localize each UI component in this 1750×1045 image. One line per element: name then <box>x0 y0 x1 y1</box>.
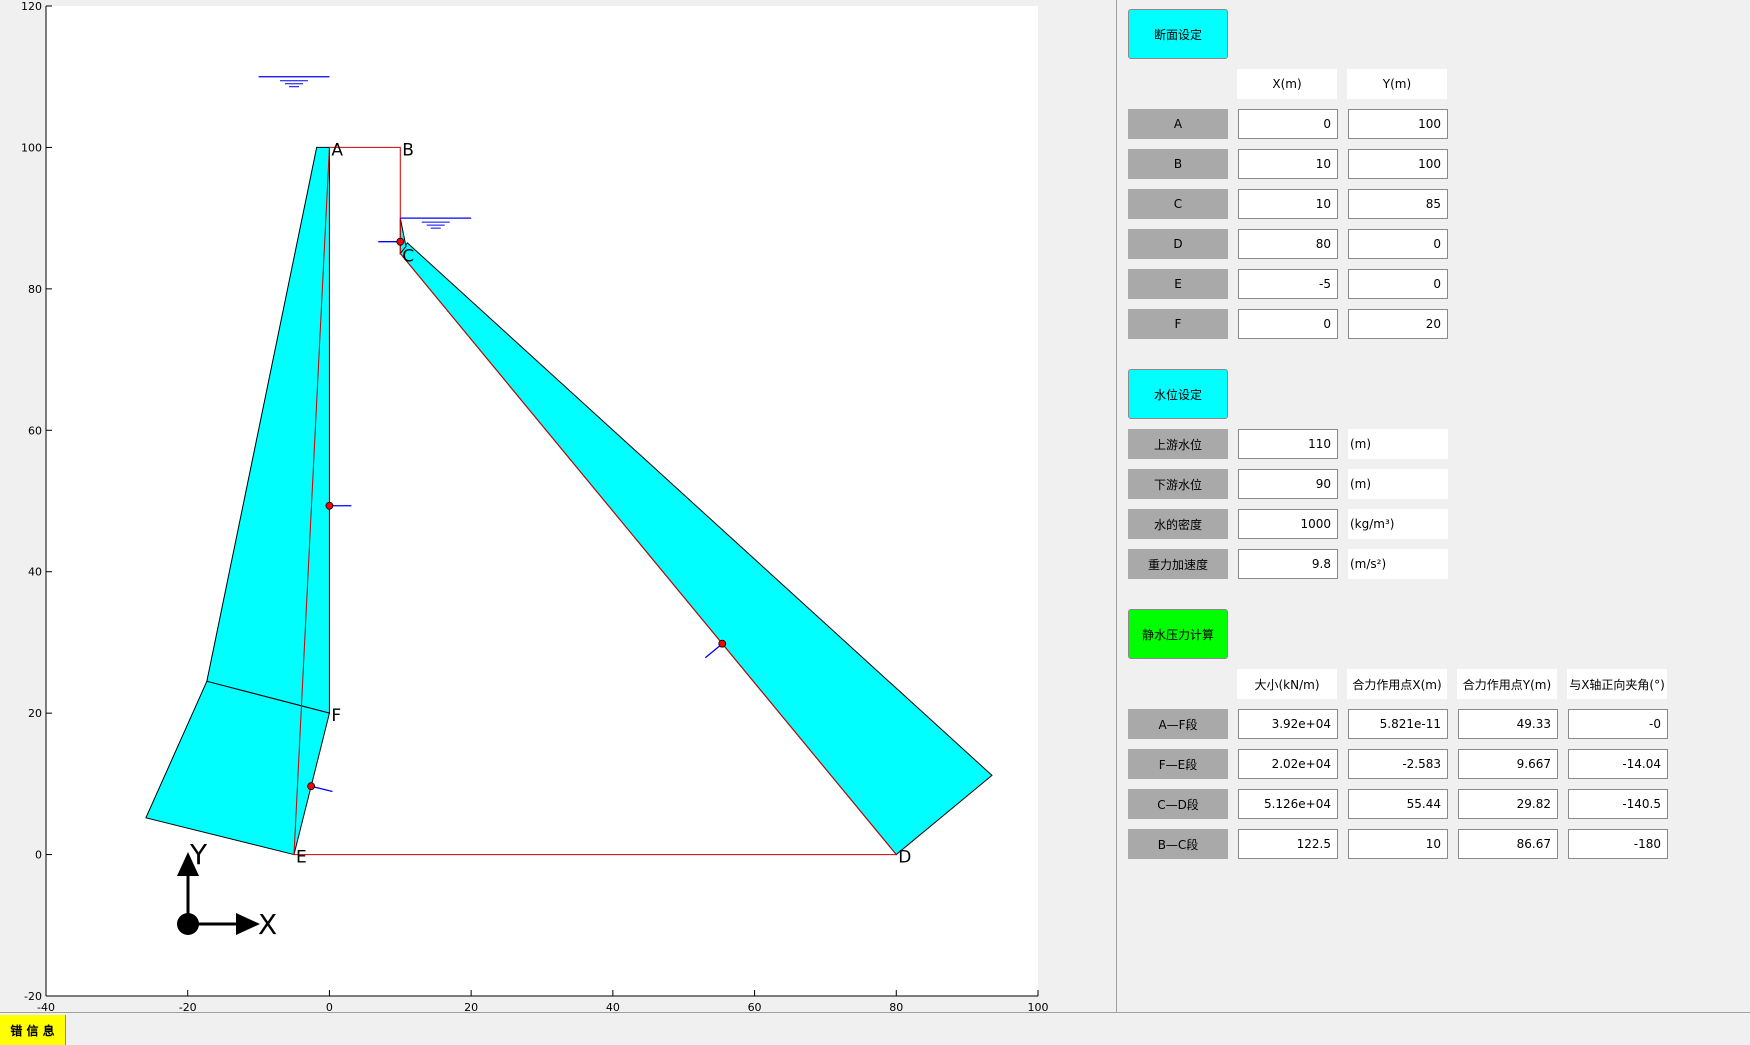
x-tick-label: 80 <box>889 1001 903 1012</box>
point-f-x-input[interactable] <box>1238 309 1338 339</box>
resultant-point-C—D <box>718 639 727 648</box>
segment-fe-magnitude-field[interactable] <box>1238 749 1338 779</box>
point-label-c: C <box>1128 189 1228 219</box>
point-d-y-input[interactable] <box>1348 229 1448 259</box>
point-c-x-input[interactable] <box>1238 189 1338 219</box>
segment-af-magnitude-field[interactable] <box>1238 709 1338 739</box>
resultant-x-header: 合力作用点X(m) <box>1347 669 1447 699</box>
status-bar <box>0 1012 1750 1045</box>
downstream-level-unit: (m) <box>1348 469 1448 499</box>
segment-bc-angle-field[interactable] <box>1568 829 1668 859</box>
plot-panel: -40 -20 0 20 40 60 80 100 -20 0 20 40 60 80 100 120 A B C D… <box>0 0 1115 1012</box>
y-tick-label: 0 <box>35 849 42 862</box>
segment-bc-resultant-x-field[interactable] <box>1348 829 1448 859</box>
section-plot: -40 -20 0 20 40 60 80 100-20020406080100120A BCD… <box>21 0 1049 1012</box>
y-tick-label: 60 <box>28 424 42 437</box>
point-e-x-input[interactable] <box>1238 269 1338 299</box>
y-tick-label: 20 <box>28 707 42 720</box>
x-tick-label: 20 <box>464 1001 478 1012</box>
upstream-level-input[interactable] <box>1238 429 1338 459</box>
point-label-F: F <box>331 706 341 726</box>
segment-fe-resultant-y-field[interactable] <box>1458 749 1558 779</box>
y-tick-label: 80 <box>28 283 42 296</box>
point-label-d: D <box>1128 229 1228 259</box>
point-c-y-input[interactable] <box>1348 189 1448 219</box>
point-f-y-input[interactable] <box>1348 309 1448 339</box>
resultant-point-B—C <box>396 237 405 246</box>
x-tick-label: 100 <box>1028 1001 1049 1012</box>
segment-label-cd: C—D段 <box>1128 789 1228 819</box>
x-tick-label: 40 <box>606 1001 620 1012</box>
segment-cd-magnitude-field[interactable] <box>1238 789 1338 819</box>
resultant-point-A—F <box>325 501 334 510</box>
segment-label-af: A—F段 <box>1128 709 1228 739</box>
control-panel: 断面设定 X(m) Y(m) 水位设定 静水压力计算 ABCDEF 上游水位 (m)… <box>1117 0 1750 1012</box>
segment-fe-resultant-x-field[interactable] <box>1348 749 1448 779</box>
downstream-level-label: 下游水位 <box>1128 469 1228 499</box>
x-tick-label: 0 <box>326 1001 333 1012</box>
point-label-e: E <box>1128 269 1228 299</box>
axis-icon-y-label: Y <box>189 838 208 871</box>
segment-af-resultant-x-field[interactable] <box>1348 709 1448 739</box>
water-density-input[interactable] <box>1238 509 1338 539</box>
water-density-label: 水的密度 <box>1128 509 1228 539</box>
segment-af-resultant-y-field[interactable] <box>1458 709 1558 739</box>
gravity-label: 重力加速度 <box>1128 549 1228 579</box>
y-tick-label: 100 <box>21 141 42 154</box>
resultant-y-header: 合力作用点Y(m) <box>1457 669 1557 699</box>
downstream-level-input[interactable] <box>1238 469 1338 499</box>
point-a-y-input[interactable] <box>1348 109 1448 139</box>
section-settings-button[interactable]: 断面设定 <box>1128 9 1228 59</box>
point-label-C: C <box>402 247 414 267</box>
point-b-x-input[interactable] <box>1238 149 1338 179</box>
segment-cd-resultant-x-field[interactable] <box>1348 789 1448 819</box>
gravity-input[interactable] <box>1238 549 1338 579</box>
segment-af-angle-field[interactable] <box>1568 709 1668 739</box>
calculate-pressure-button[interactable]: 静水压力计算 <box>1128 609 1228 659</box>
segment-bc-magnitude-field[interactable] <box>1238 829 1338 859</box>
point-label-f: F <box>1128 309 1228 339</box>
upstream-level-label: 上游水位 <box>1128 429 1228 459</box>
water-density-unit: (kg/m³) <box>1348 509 1448 539</box>
y-tick-label: 120 <box>21 0 42 13</box>
point-d-x-input[interactable] <box>1238 229 1338 259</box>
point-e-y-input[interactable] <box>1348 269 1448 299</box>
point-label-a: A <box>1128 109 1228 139</box>
segment-cd-resultant-y-field[interactable] <box>1458 789 1558 819</box>
water-settings-button[interactable]: 水位设定 <box>1128 369 1228 419</box>
point-label-B: B <box>402 140 414 160</box>
x-tick-label: -20 <box>179 1001 197 1012</box>
x-column-header: X(m) <box>1237 69 1337 99</box>
upstream-level-unit: (m) <box>1348 429 1448 459</box>
segment-label-fe: F—E段 <box>1128 749 1228 779</box>
point-a-x-input[interactable] <box>1238 109 1338 139</box>
magnitude-header: 大小(kN/m) <box>1237 669 1337 699</box>
error-info-tab[interactable]: 错 信 息 <box>0 1015 66 1045</box>
point-b-y-input[interactable] <box>1348 149 1448 179</box>
angle-header: 与X轴正向夹角(°) <box>1567 669 1667 699</box>
resultant-point-F—E <box>307 782 316 791</box>
axis-icon-x-label: X <box>258 908 277 941</box>
y-tick-label: 40 <box>28 566 42 579</box>
segment-label-bc: B—C段 <box>1128 829 1228 859</box>
y-tick-label: -20 <box>24 990 42 1003</box>
x-tick-label: 60 <box>748 1001 762 1012</box>
segment-bc-resultant-y-field[interactable] <box>1458 829 1558 859</box>
point-label-E: E <box>296 848 307 868</box>
segment-fe-angle-field[interactable] <box>1568 749 1668 779</box>
gravity-unit: (m/s²) <box>1348 549 1448 579</box>
point-label-b: B <box>1128 149 1228 179</box>
y-column-header: Y(m) <box>1347 69 1447 99</box>
point-label-D: D <box>898 848 911 868</box>
point-label-A: A <box>331 140 343 160</box>
segment-cd-angle-field[interactable] <box>1568 789 1668 819</box>
